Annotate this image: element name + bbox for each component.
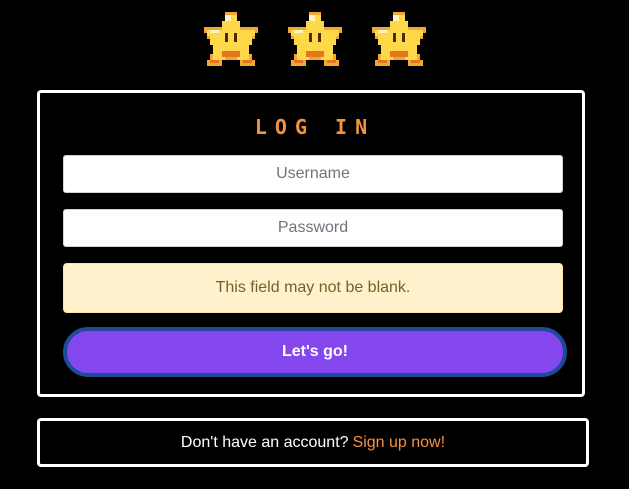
password-input[interactable]	[63, 209, 563, 247]
error-message: This field may not be blank.	[215, 279, 411, 296]
star-icon	[287, 12, 342, 66]
star-icon	[203, 12, 258, 66]
login-page: LOG IN This field may not be blank. Let'…	[0, 0, 629, 489]
login-card: LOG IN This field may not be blank. Let'…	[37, 90, 585, 397]
login-title: LOG IN	[254, 115, 376, 139]
username-input[interactable]	[63, 155, 563, 193]
signup-link[interactable]: Sign up now!	[353, 434, 446, 452]
signup-box: Don't have an account? Sign up now!	[37, 418, 589, 467]
submit-button[interactable]: Let's go!	[63, 327, 567, 377]
star-row	[0, 8, 629, 72]
star-icon	[371, 12, 426, 66]
signup-prompt: Don't have an account?	[180, 433, 349, 451]
error-alert: This field may not be blank.	[63, 263, 563, 313]
